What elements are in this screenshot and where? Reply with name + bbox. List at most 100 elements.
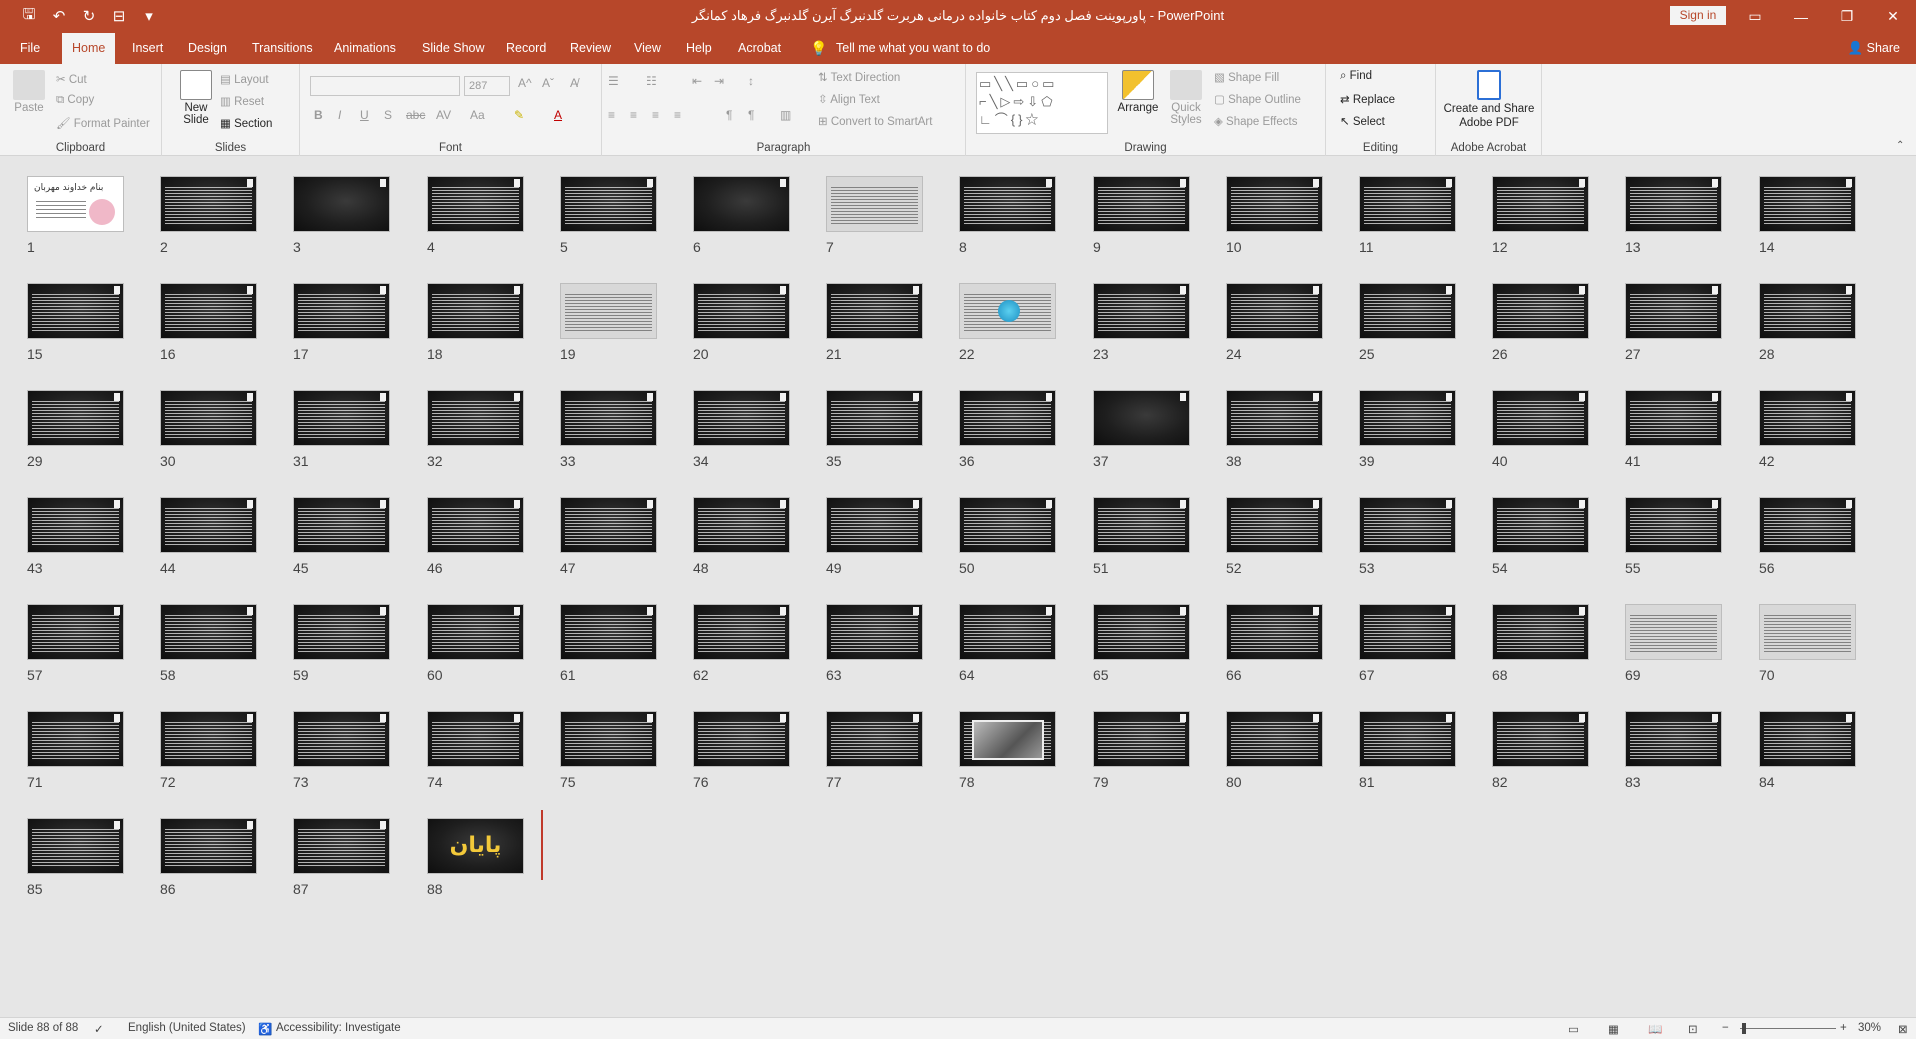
replace-button[interactable]: ⇄ Replace — [1340, 92, 1395, 106]
slide-thumbnail[interactable] — [427, 711, 524, 767]
zoom-out-icon[interactable]: − — [1722, 1022, 1729, 1034]
zoom-in-icon[interactable]: + — [1840, 1022, 1847, 1034]
tab-help[interactable]: Help — [676, 33, 722, 64]
slide-thumbnail[interactable] — [959, 283, 1056, 339]
slide-thumbnail[interactable] — [160, 604, 257, 660]
slide-thumbnail[interactable] — [1759, 390, 1856, 446]
slide-thumbnail[interactable] — [1093, 711, 1190, 767]
tab-transitions[interactable]: Transitions — [242, 33, 323, 64]
select-button[interactable]: ↖ Select — [1340, 114, 1385, 128]
slide-thumbnail[interactable] — [293, 390, 390, 446]
slide-thumbnail[interactable] — [826, 283, 923, 339]
spell-check-icon[interactable]: ✓ — [94, 1022, 104, 1036]
slide-thumbnail[interactable] — [1359, 497, 1456, 553]
cut-button[interactable]: ✂ Cut — [56, 72, 87, 86]
fit-slide-icon[interactable]: ⊠ — [1898, 1022, 1908, 1036]
slide-thumbnail[interactable] — [959, 497, 1056, 553]
slide-thumbnail[interactable] — [27, 390, 124, 446]
slide-thumbnail[interactable]: بنام خداوند مهربان — [27, 176, 124, 232]
tab-slideshow[interactable]: Slide Show — [412, 33, 495, 64]
slide-thumbnail[interactable] — [293, 497, 390, 553]
tell-me-search[interactable]: Tell me what you want to do — [836, 33, 990, 64]
slide-thumbnail[interactable] — [27, 711, 124, 767]
align-right-icon[interactable]: ≡ — [652, 108, 659, 122]
zoom-level[interactable]: 30% — [1858, 1022, 1881, 1034]
slide-thumbnail[interactable] — [693, 390, 790, 446]
tab-design[interactable]: Design — [178, 33, 237, 64]
collapse-ribbon-icon[interactable]: ⌃ — [1896, 140, 1904, 151]
arrange-button[interactable]: Arrange — [1116, 70, 1160, 114]
slide-thumbnail[interactable] — [1226, 390, 1323, 446]
slide-thumbnail[interactable] — [27, 283, 124, 339]
slide-thumbnail[interactable] — [1226, 283, 1323, 339]
find-button[interactable]: ⌕ Find — [1340, 70, 1372, 83]
slide-thumbnail[interactable] — [693, 283, 790, 339]
slide-thumbnail[interactable] — [560, 283, 657, 339]
slide-thumbnail[interactable] — [1359, 604, 1456, 660]
slide-thumbnail[interactable] — [1759, 711, 1856, 767]
shape-effects-button[interactable]: ◈ Shape Effects — [1214, 114, 1297, 128]
slide-thumbnail[interactable] — [1625, 390, 1722, 446]
slide-thumbnail[interactable] — [1492, 390, 1589, 446]
slide-thumbnail[interactable] — [1359, 283, 1456, 339]
close-icon[interactable]: ✕ — [1870, 0, 1916, 33]
slide-thumbnail[interactable] — [293, 283, 390, 339]
slide-thumbnail[interactable] — [826, 390, 923, 446]
slide-thumbnail[interactable] — [959, 604, 1056, 660]
slide-thumbnail[interactable] — [1093, 604, 1190, 660]
layout-button[interactable]: ▤ Layout — [220, 72, 269, 86]
slide-thumbnail[interactable] — [826, 497, 923, 553]
slide-thumbnail[interactable] — [1625, 711, 1722, 767]
slide-thumbnail[interactable] — [293, 818, 390, 874]
normal-view-icon[interactable]: ▭ — [1568, 1022, 1579, 1036]
slide-thumbnail[interactable] — [293, 176, 390, 232]
clear-format-icon[interactable]: A̸ — [570, 76, 578, 90]
reset-button[interactable]: ▥ Reset — [220, 94, 264, 108]
slide-thumbnail[interactable] — [560, 497, 657, 553]
slide-thumbnail[interactable] — [1759, 283, 1856, 339]
ribbon-display-icon[interactable]: ▭ — [1732, 0, 1778, 33]
slide-thumbnail[interactable] — [293, 711, 390, 767]
slide-thumbnail[interactable] — [160, 283, 257, 339]
slide-thumbnail[interactable] — [1492, 711, 1589, 767]
tab-file[interactable]: File — [10, 33, 50, 64]
zoom-slider-thumb[interactable] — [1742, 1023, 1746, 1034]
slide-thumbnail[interactable] — [427, 497, 524, 553]
slide-thumbnail[interactable] — [1226, 497, 1323, 553]
slide-thumbnail[interactable] — [1359, 390, 1456, 446]
slide-thumbnail[interactable] — [1359, 176, 1456, 232]
copy-button[interactable]: ⧉ Copy — [56, 94, 94, 107]
slide-thumbnail[interactable] — [1093, 176, 1190, 232]
slide-thumbnail[interactable] — [959, 711, 1056, 767]
columns-icon[interactable]: ▥ — [780, 108, 791, 122]
quick-styles-button[interactable]: Quick Styles — [1164, 70, 1208, 126]
slide-thumbnail[interactable] — [293, 604, 390, 660]
shadow-icon[interactable]: S — [384, 108, 392, 122]
ltr-icon[interactable]: ¶ — [726, 108, 732, 122]
slide-thumbnail[interactable] — [160, 818, 257, 874]
slide-thumbnail[interactable] — [693, 497, 790, 553]
shape-outline-button[interactable]: ▢ Shape Outline — [1214, 92, 1301, 106]
slide-thumbnail[interactable] — [1093, 497, 1190, 553]
tab-insert[interactable]: Insert — [122, 33, 173, 64]
bullets-icon[interactable]: ☰ — [608, 74, 619, 88]
slide-thumbnail[interactable] — [693, 711, 790, 767]
restore-icon[interactable]: ❐ — [1824, 0, 1870, 33]
slide-thumbnail[interactable] — [160, 176, 257, 232]
slide-thumbnail[interactable] — [1625, 283, 1722, 339]
slide-thumbnail[interactable] — [1759, 497, 1856, 553]
slide-thumbnail[interactable] — [693, 176, 790, 232]
tab-record[interactable]: Record — [496, 33, 556, 64]
slide-thumbnail[interactable] — [560, 711, 657, 767]
align-left-icon[interactable]: ≡ — [608, 108, 615, 122]
slide-thumbnail[interactable] — [1625, 497, 1722, 553]
slide-thumbnail[interactable] — [160, 711, 257, 767]
text-direction-button[interactable]: ⇅ Text Direction — [818, 70, 900, 84]
slide-thumbnail[interactable] — [560, 604, 657, 660]
slide-thumbnail[interactable] — [1226, 711, 1323, 767]
slideshow-view-icon[interactable]: ⊡ — [1688, 1022, 1698, 1036]
font-name-field[interactable] — [310, 76, 460, 96]
slide-thumbnail[interactable] — [693, 604, 790, 660]
slide-thumbnail[interactable] — [27, 818, 124, 874]
slide-thumbnail[interactable] — [1492, 604, 1589, 660]
